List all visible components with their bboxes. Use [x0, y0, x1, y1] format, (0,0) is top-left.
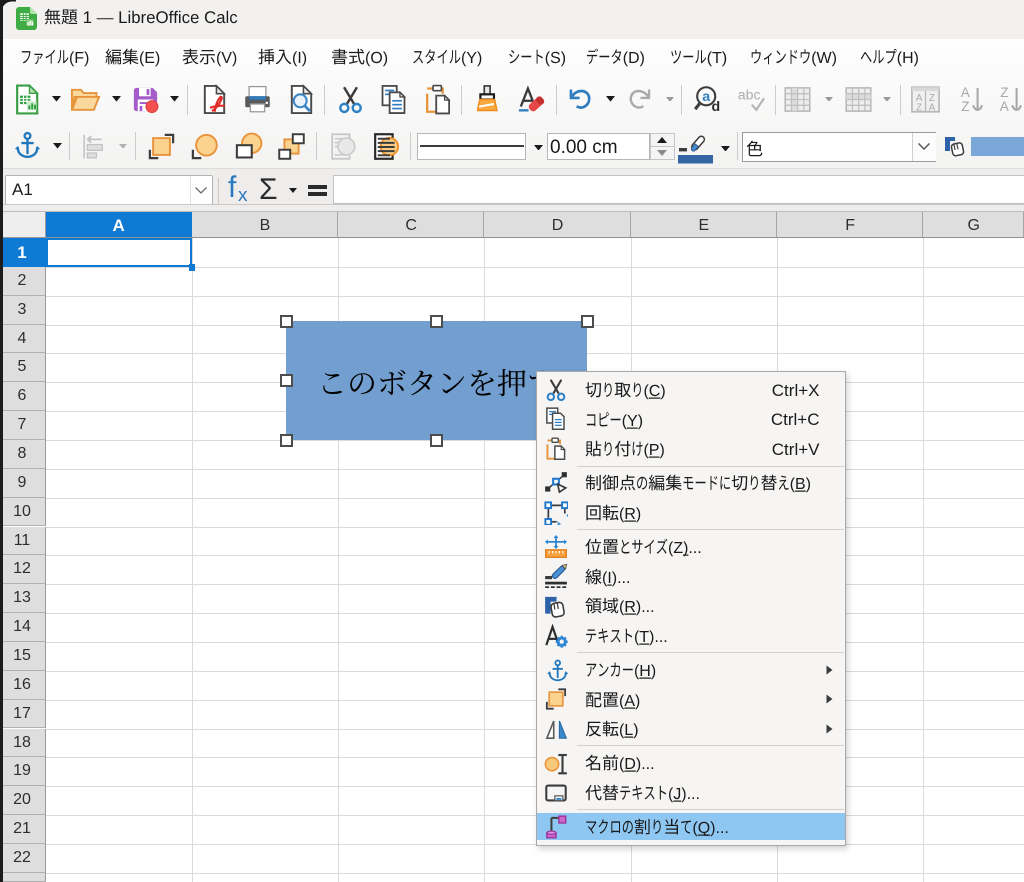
svg-text:A: A — [928, 102, 935, 113]
svg-text:d: d — [711, 99, 720, 115]
svg-text:Z: Z — [961, 99, 969, 114]
svg-text:A: A — [960, 84, 970, 99]
svg-text:Z: Z — [916, 102, 922, 113]
svg-text:abc: abc — [738, 87, 761, 103]
svg-text:Z: Z — [1000, 84, 1008, 99]
svg-text:a: a — [702, 88, 710, 104]
svg-text:A: A — [999, 99, 1009, 114]
